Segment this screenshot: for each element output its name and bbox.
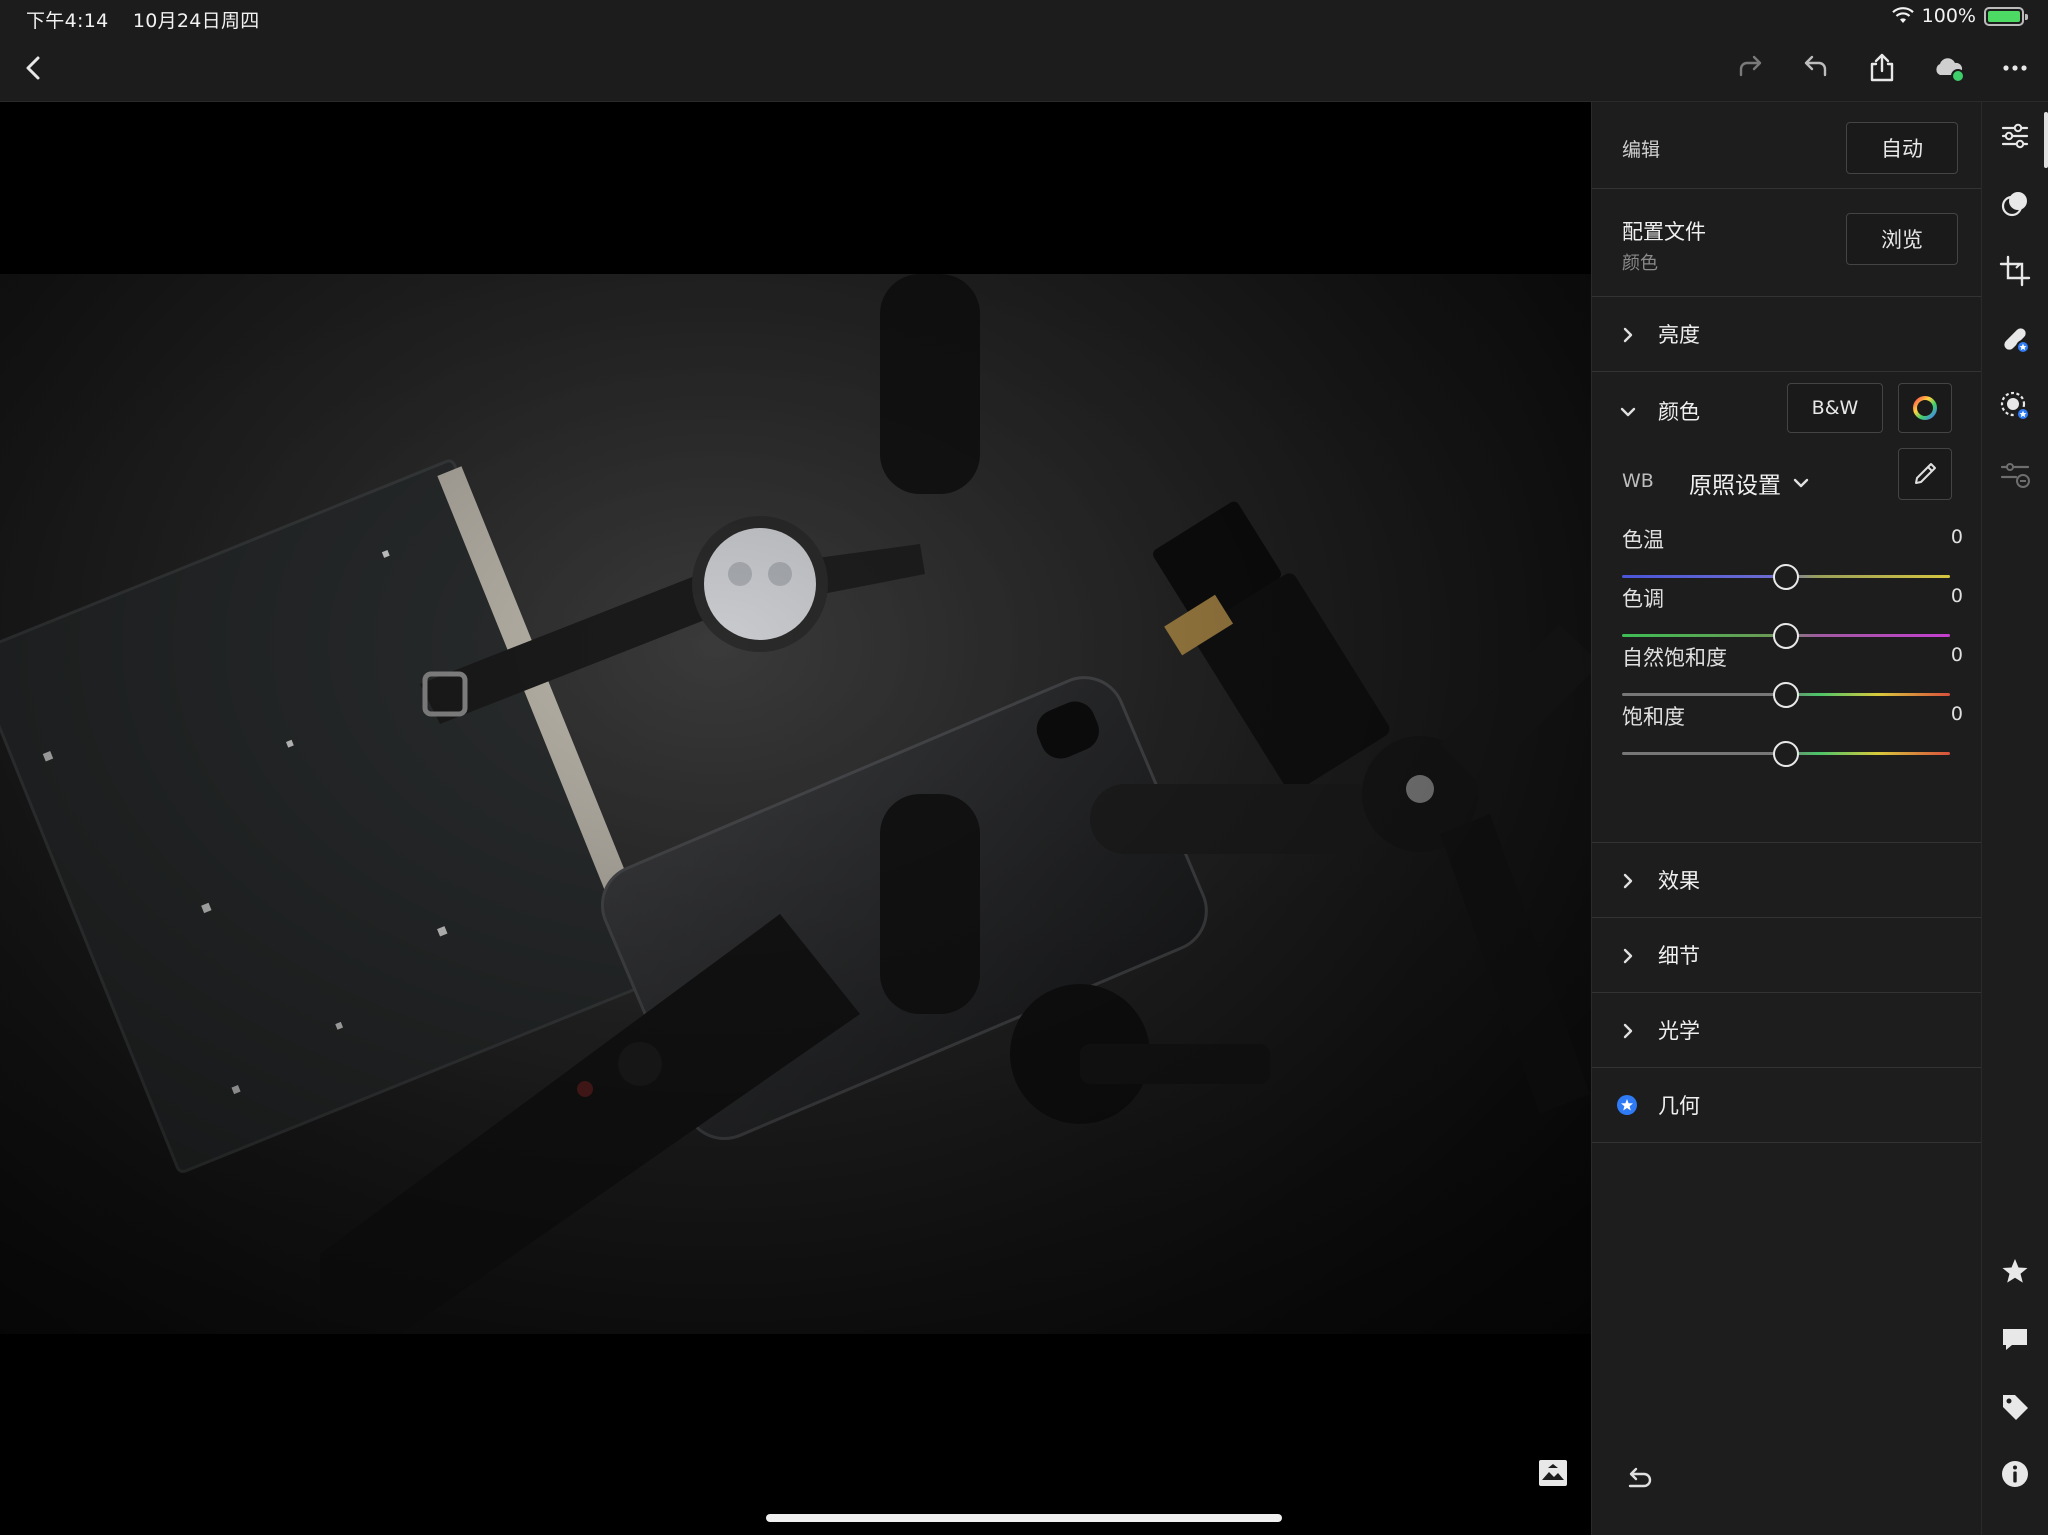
color-mixer-button[interactable] [1898, 383, 1952, 433]
status-time: 下午4:14 [26, 10, 109, 32]
chevron-down-icon[interactable] [1618, 402, 1638, 422]
edit-sliders-icon[interactable] [1998, 119, 2032, 153]
wb-value: 原照设置 [1689, 473, 1781, 499]
profile-title: 配置文件 [1622, 220, 1706, 244]
tool-rail [1981, 102, 2048, 1535]
section-detail[interactable]: 细节 [1592, 918, 1981, 993]
section-light-label: 亮度 [1658, 323, 1700, 347]
star-icon[interactable] [1998, 1255, 2032, 1289]
chevron-right-icon [1623, 327, 1633, 343]
rail-active-indicator [2044, 112, 2048, 168]
section-effects-label: 效果 [1658, 869, 1700, 893]
photo-image[interactable] [0, 274, 1591, 1334]
section-optics[interactable]: 光学 [1592, 993, 1981, 1068]
slider-saturation-label: 饱和度 [1622, 705, 1685, 729]
edit-label: 编辑 [1622, 139, 1661, 161]
masking-icon[interactable] [1998, 389, 2032, 423]
battery-percent: 100% [1921, 5, 1976, 27]
slider-tint-thumb[interactable] [1773, 623, 1799, 649]
chevron-right-icon [1623, 1023, 1633, 1039]
slider-temp-value[interactable]: 0 [1951, 526, 1963, 548]
slider-vibrance-thumb[interactable] [1773, 682, 1799, 708]
edit-panel: 编辑 自动 配置文件 颜色 浏览 亮度 颜色 B&W WB 原照设置 色温 0 [1591, 102, 1981, 1535]
chevron-right-icon [1623, 948, 1633, 964]
info-icon[interactable] [1998, 1457, 2032, 1491]
section-geometry[interactable]: 几何 [1592, 1068, 1981, 1143]
slider-vibrance-value[interactable]: 0 [1951, 644, 1963, 666]
section-detail-label: 细节 [1658, 944, 1700, 968]
photo-canvas[interactable] [0, 102, 1591, 1535]
status-bar-left: 下午4:14 10月24日周四 [26, 6, 278, 33]
section-color: 颜色 B&W WB 原照设置 色温 0 色调 0 自然饱和度 0 饱和度 0 [1592, 372, 1981, 843]
healing-icon[interactable] [1998, 322, 2032, 356]
back-icon[interactable] [14, 48, 54, 88]
browse-button[interactable]: 浏览 [1846, 213, 1958, 265]
eyedropper-icon [1915, 463, 1936, 484]
presets-icon[interactable] [1998, 187, 2032, 221]
profile-value: 颜色 [1622, 253, 1658, 274]
section-geometry-label: 几何 [1658, 1094, 1700, 1118]
compare-icon[interactable] [1536, 1456, 1570, 1490]
reset-icon[interactable] [1622, 1462, 1656, 1496]
color-wheel-icon [1913, 396, 1937, 420]
edit-header: 编辑 自动 [1592, 102, 1981, 189]
top-bar: 下午4:14 10月24日周四 100% [0, 0, 2048, 102]
home-indicator[interactable] [766, 1514, 1282, 1522]
wifi-icon [1891, 7, 1914, 23]
premium-star-icon [1617, 1095, 1637, 1115]
versions-icon[interactable] [1998, 457, 2032, 491]
section-effects[interactable]: 效果 [1592, 843, 1981, 918]
slider-tint-label: 色调 [1622, 587, 1664, 611]
wb-dropdown[interactable]: 原照设置 [1592, 460, 1852, 504]
status-date: 10月24日周四 [132, 10, 260, 32]
more-icon[interactable] [1995, 48, 2035, 88]
share-icon[interactable] [1862, 48, 1902, 88]
profile-row[interactable]: 配置文件 颜色 浏览 [1592, 189, 1981, 297]
slider-vibrance-label: 自然饱和度 [1622, 646, 1727, 670]
section-light[interactable]: 亮度 [1592, 297, 1981, 372]
slider-temp-thumb[interactable] [1773, 564, 1799, 590]
tag-icon[interactable] [1998, 1390, 2032, 1424]
redo-icon[interactable] [1730, 48, 1770, 88]
section-color-label[interactable]: 颜色 [1658, 396, 1700, 426]
undo-icon[interactable] [1796, 48, 1836, 88]
section-optics-label: 光学 [1658, 1019, 1700, 1043]
slider-saturation-thumb[interactable] [1773, 741, 1799, 767]
chevron-down-icon [1793, 478, 1809, 488]
cloud-sync-icon[interactable] [1928, 48, 1968, 88]
crop-icon[interactable] [1998, 254, 2032, 288]
slider-tint-value[interactable]: 0 [1951, 585, 1963, 607]
chevron-right-icon [1623, 873, 1633, 889]
battery-icon [1984, 6, 2028, 26]
wb-eyedropper-button[interactable] [1898, 448, 1952, 500]
bw-button[interactable]: B&W [1787, 383, 1883, 433]
slider-saturation-value[interactable]: 0 [1951, 703, 1963, 725]
status-bar-right: 100% [1891, 5, 2028, 27]
auto-button[interactable]: 自动 [1846, 122, 1958, 174]
slider-temp-label: 色温 [1622, 528, 1664, 552]
comment-icon[interactable] [1998, 1322, 2032, 1356]
